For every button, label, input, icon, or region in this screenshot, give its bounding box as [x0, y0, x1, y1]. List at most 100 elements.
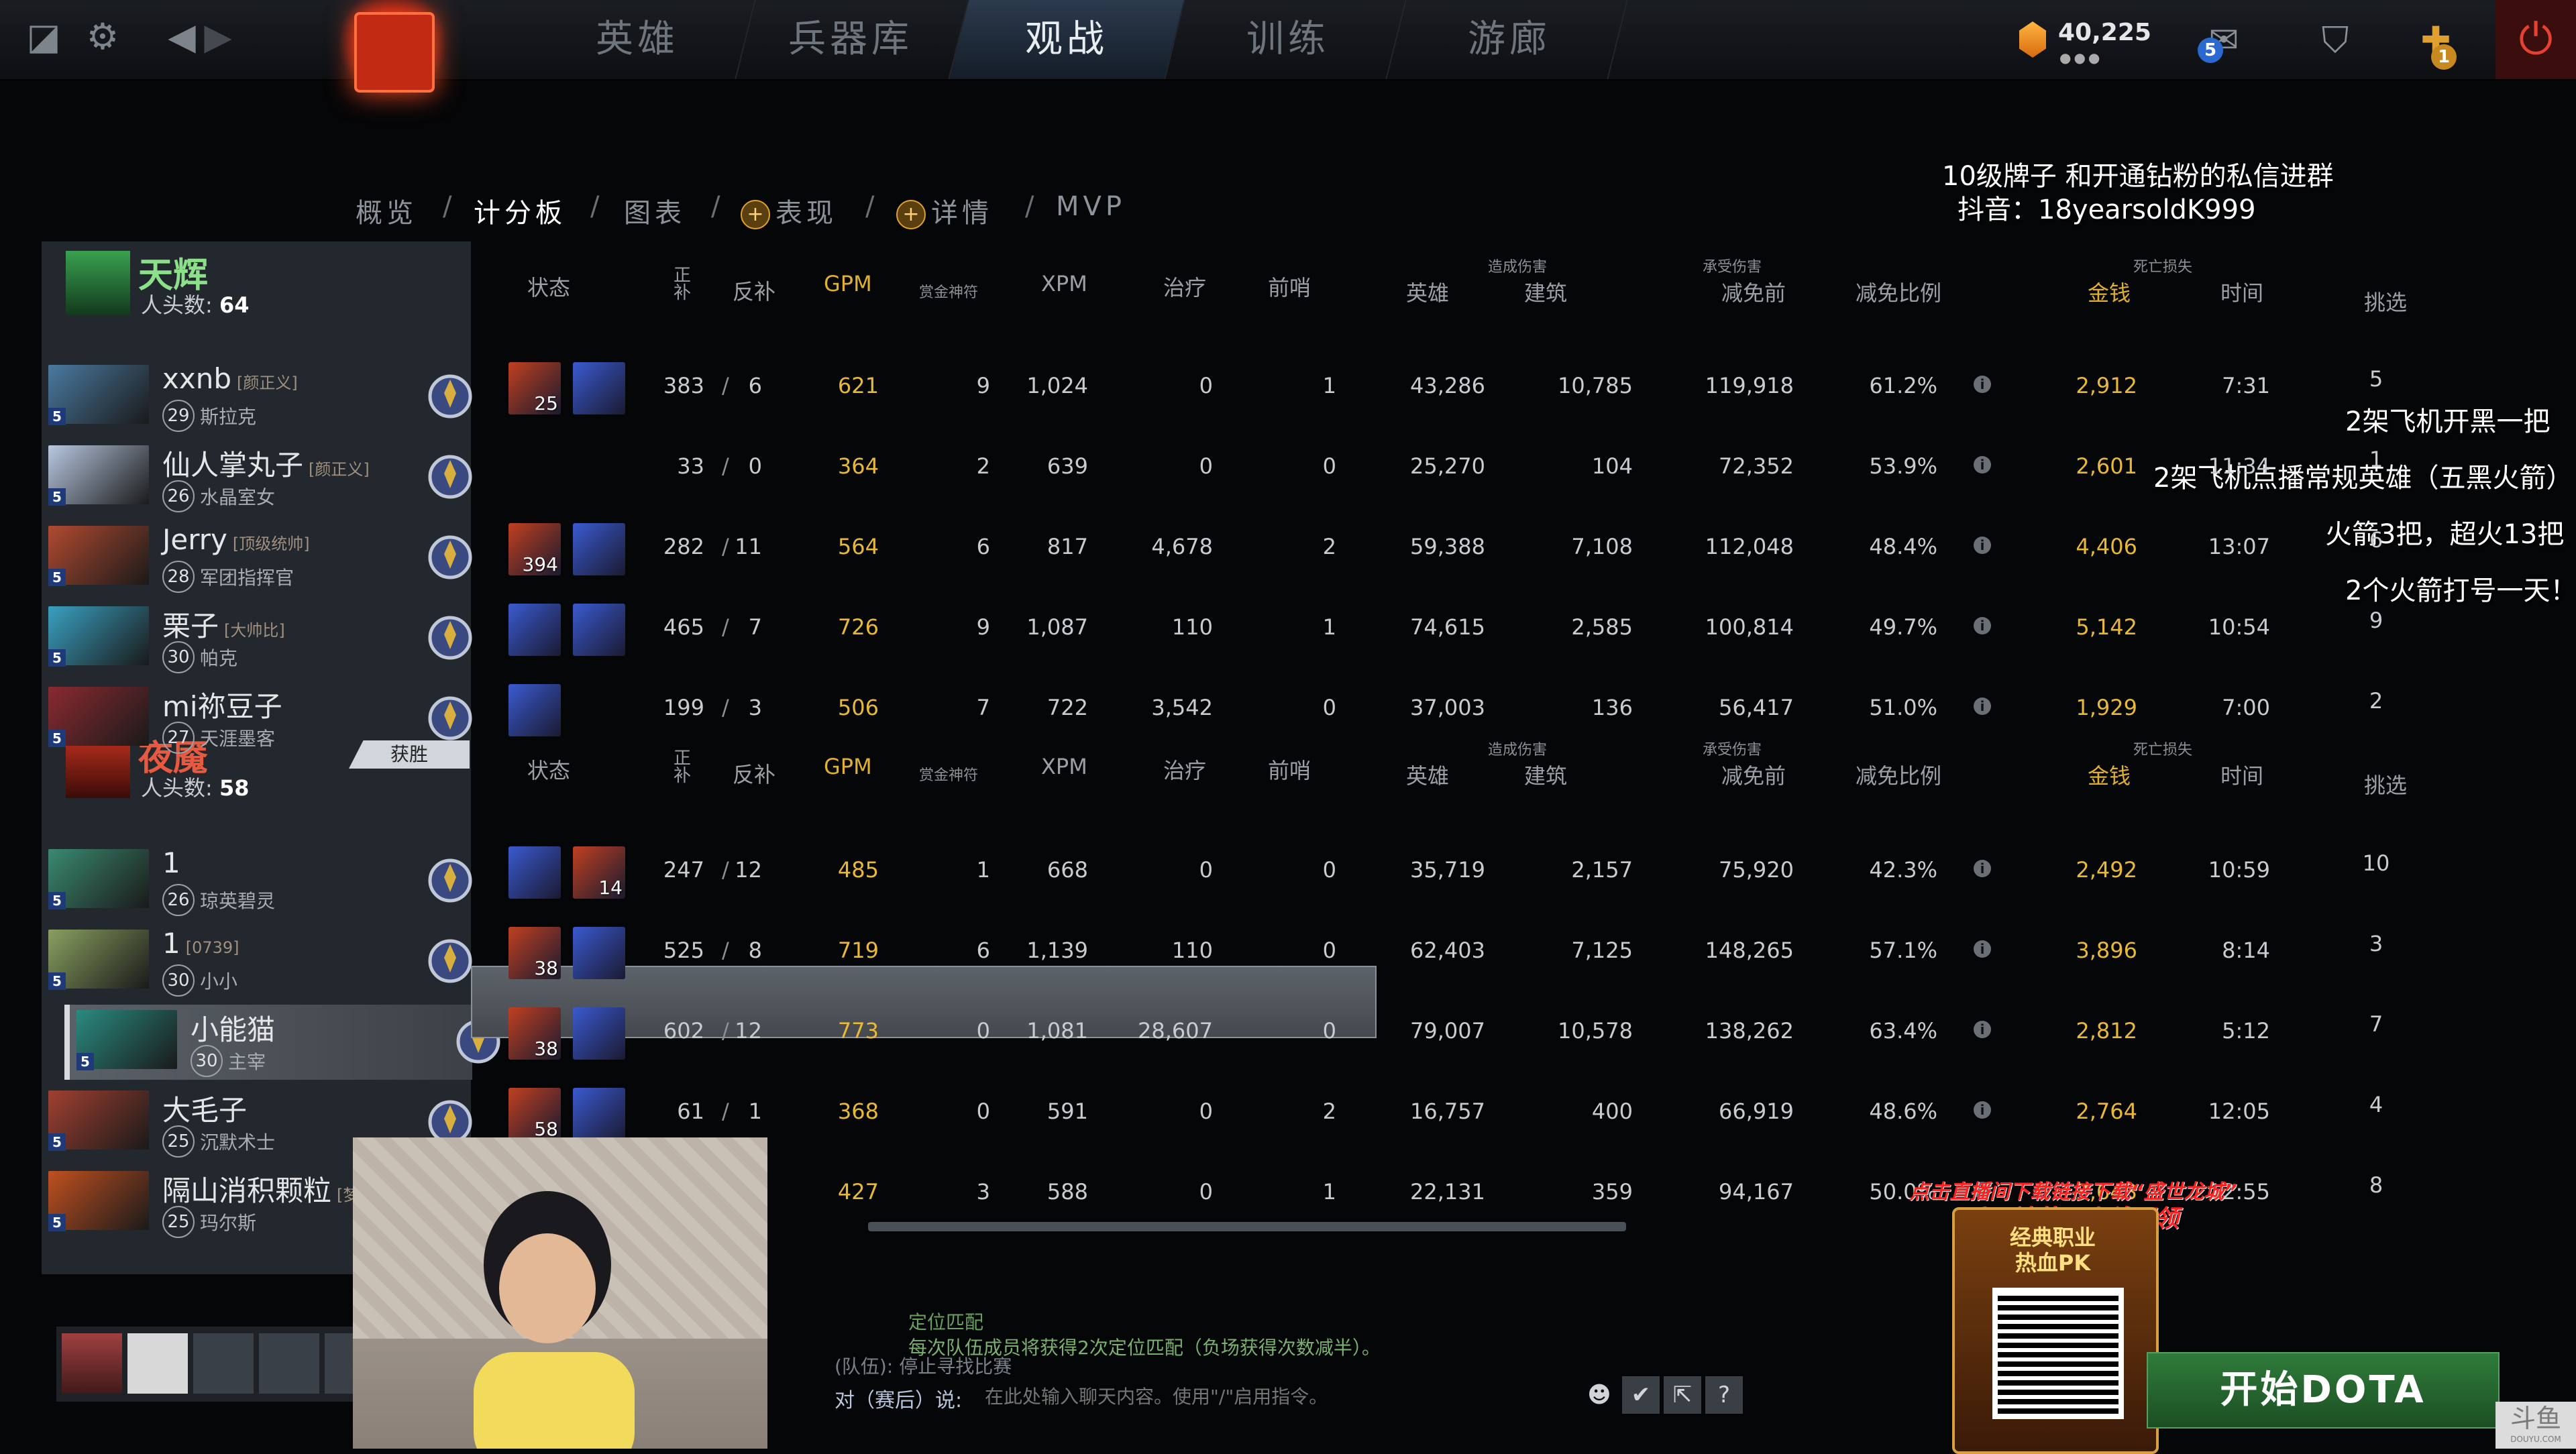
header-death-group[interactable]: 死亡损失 — [2133, 738, 2192, 759]
player-row[interactable]: 5 小能猫 30 主宰 — [64, 1005, 500, 1080]
header-time-lost[interactable]: 时间 — [2220, 276, 2263, 307]
share-icon[interactable]: ⇱ — [1664, 1376, 1701, 1414]
subtab-charts[interactable]: 图表 — [624, 191, 686, 230]
header-gpm[interactable]: GPM — [824, 271, 872, 296]
chat-channel-label[interactable]: 对（赛后）说: — [835, 1384, 962, 1413]
header-taken-group[interactable]: 承受伤害 — [1703, 255, 1762, 276]
player-name[interactable]: 大毛子 — [162, 1088, 252, 1129]
header-damage-group[interactable]: 造成伤害 — [1488, 738, 1547, 759]
tab-armory[interactable]: 兵器库 — [733, 0, 969, 79]
header-status[interactable]: 状态 — [527, 271, 570, 302]
gear-icon[interactable]: ⚙ — [79, 13, 126, 60]
player-name[interactable]: mi祢豆子 — [162, 684, 288, 725]
item-icon[interactable]: 14 — [573, 846, 625, 899]
item-icon[interactable]: 38 — [508, 927, 561, 979]
player-row[interactable]: 5 1 26 琼英碧灵 — [42, 844, 472, 919]
header-death-group[interactable]: 死亡损失 — [2133, 255, 2192, 276]
header-time-lost[interactable]: 时间 — [2220, 759, 2263, 790]
player-name[interactable]: 1 — [162, 846, 186, 879]
player-row[interactable]: 5 mi祢豆子 27 天涯墨客 — [42, 681, 472, 757]
subtab-scoreboard[interactable]: 计分板 — [474, 191, 566, 230]
dota-home-logo[interactable] — [335, 0, 449, 94]
player-name[interactable]: 栗子 [大帅比] — [162, 604, 285, 645]
info-icon[interactable]: i — [1974, 940, 1991, 958]
shard-currency[interactable]: 40,225 ●●● — [2019, 15, 2167, 68]
forward-arrow-icon[interactable]: ▶ — [195, 13, 241, 60]
check-icon[interactable]: ✔ — [1622, 1376, 1660, 1414]
emoji-icon[interactable]: ☻ — [1580, 1376, 1618, 1414]
info-icon[interactable]: i — [1974, 860, 1991, 877]
player-name[interactable]: 隔山消积颗粒[梦江 — [162, 1168, 375, 1209]
header-taken-raw[interactable]: 减免前 — [1721, 276, 1786, 307]
item-icon[interactable] — [573, 604, 625, 656]
party-slot-2[interactable] — [127, 1333, 188, 1394]
header-last-hits[interactable]: 正补 — [671, 750, 694, 785]
item-icon[interactable]: 58 — [508, 1088, 561, 1140]
player-name[interactable]: 1 [0739] — [162, 927, 239, 960]
header-status[interactable]: 状态 — [527, 754, 570, 785]
tab-watch[interactable]: 观战 — [949, 0, 1185, 79]
dota-logo-icon[interactable]: ◪ — [20, 13, 67, 60]
party-slot-4[interactable] — [259, 1333, 319, 1394]
info-icon[interactable]: i — [1974, 617, 1991, 634]
player-name[interactable]: 仙人掌丸子 [颜正义] — [162, 443, 370, 484]
item-icon[interactable] — [573, 927, 625, 979]
chat-input[interactable] — [983, 1380, 1563, 1412]
header-wards[interactable]: 前哨 — [1268, 754, 1311, 785]
header-xpm[interactable]: XPM — [1041, 754, 1087, 779]
item-icon[interactable] — [573, 1088, 625, 1140]
header-gpm[interactable]: GPM — [824, 754, 872, 779]
armory-icon[interactable]: ⛉ — [2305, 13, 2365, 67]
header-taken-raw[interactable]: 减免前 — [1721, 759, 1786, 790]
subtab-details[interactable]: + 详情 — [896, 191, 993, 230]
item-icon[interactable] — [573, 362, 625, 414]
item-icon[interactable] — [573, 1007, 625, 1060]
item-icon[interactable]: 394 — [508, 523, 561, 575]
header-hero-damage[interactable]: 英雄 — [1406, 276, 1449, 307]
start-dota-button[interactable]: 开始DOTA — [2147, 1352, 2500, 1429]
tab-heroes[interactable]: 英雄 — [520, 0, 756, 79]
item-icon[interactable] — [508, 846, 561, 899]
item-icon[interactable] — [508, 684, 561, 736]
tab-learn[interactable]: 训练 — [1171, 0, 1407, 79]
header-pick[interactable]: 挑选 — [2364, 769, 2407, 799]
header-heal[interactable]: 治疗 — [1163, 754, 1206, 785]
header-damage-group[interactable]: 造成伤害 — [1488, 255, 1547, 276]
party-slot-3[interactable] — [193, 1333, 254, 1394]
header-reduction[interactable]: 减免比例 — [1856, 276, 1941, 307]
header-last-hits[interactable]: 正补 — [671, 267, 694, 302]
info-icon[interactable]: i — [1974, 1021, 1991, 1038]
header-denies[interactable]: 反补 — [733, 758, 775, 789]
header-xpm[interactable]: XPM — [1041, 271, 1087, 296]
item-icon[interactable]: 38 — [508, 1007, 561, 1060]
item-icon[interactable] — [508, 604, 561, 656]
player-row[interactable]: 5 仙人掌丸子 [颜正义] 26 水晶室女 — [42, 440, 472, 515]
header-hero-damage[interactable]: 英雄 — [1406, 759, 1449, 790]
subtab-performance[interactable]: + 表现 — [741, 191, 837, 230]
header-taken-group[interactable]: 承受伤害 — [1703, 738, 1762, 759]
player-row[interactable]: 5 xxnb [颜正义] 29 斯拉克 — [42, 359, 472, 435]
header-bounty[interactable]: 赏金神符 — [919, 280, 978, 302]
header-gold-lost[interactable]: 金钱 — [2088, 276, 2131, 307]
header-wards[interactable]: 前哨 — [1268, 271, 1311, 302]
header-building-damage[interactable]: 建筑 — [1524, 276, 1567, 307]
info-icon[interactable]: i — [1974, 537, 1991, 554]
player-name[interactable]: xxnb [颜正义] — [162, 362, 298, 395]
info-icon[interactable]: i — [1974, 376, 1991, 393]
subtab-overview[interactable]: 概览 — [356, 191, 417, 230]
info-icon[interactable]: i — [1974, 697, 1991, 715]
header-building-damage[interactable]: 建筑 — [1524, 759, 1567, 790]
player-row[interactable]: 5 栗子 [大帅比] 30 帕克 — [42, 601, 472, 676]
item-icon[interactable]: 25 — [508, 362, 561, 414]
header-pick[interactable]: 挑选 — [2364, 286, 2407, 317]
tab-arcade[interactable]: 游廊 — [1392, 0, 1628, 79]
header-denies[interactable]: 反补 — [733, 275, 775, 306]
subtab-mvp[interactable]: MVP — [1056, 191, 1126, 222]
player-row[interactable]: 5 Jerry [顶级统帅] 28 军团指挥官 — [42, 520, 472, 596]
help-icon[interactable]: ? — [1705, 1376, 1743, 1414]
header-heal[interactable]: 治疗 — [1163, 271, 1206, 302]
player-name[interactable]: Jerry [顶级统帅] — [162, 523, 310, 556]
header-gold-lost[interactable]: 金钱 — [2088, 759, 2131, 790]
party-slot-1[interactable] — [62, 1333, 122, 1394]
header-reduction[interactable]: 减免比例 — [1856, 759, 1941, 790]
